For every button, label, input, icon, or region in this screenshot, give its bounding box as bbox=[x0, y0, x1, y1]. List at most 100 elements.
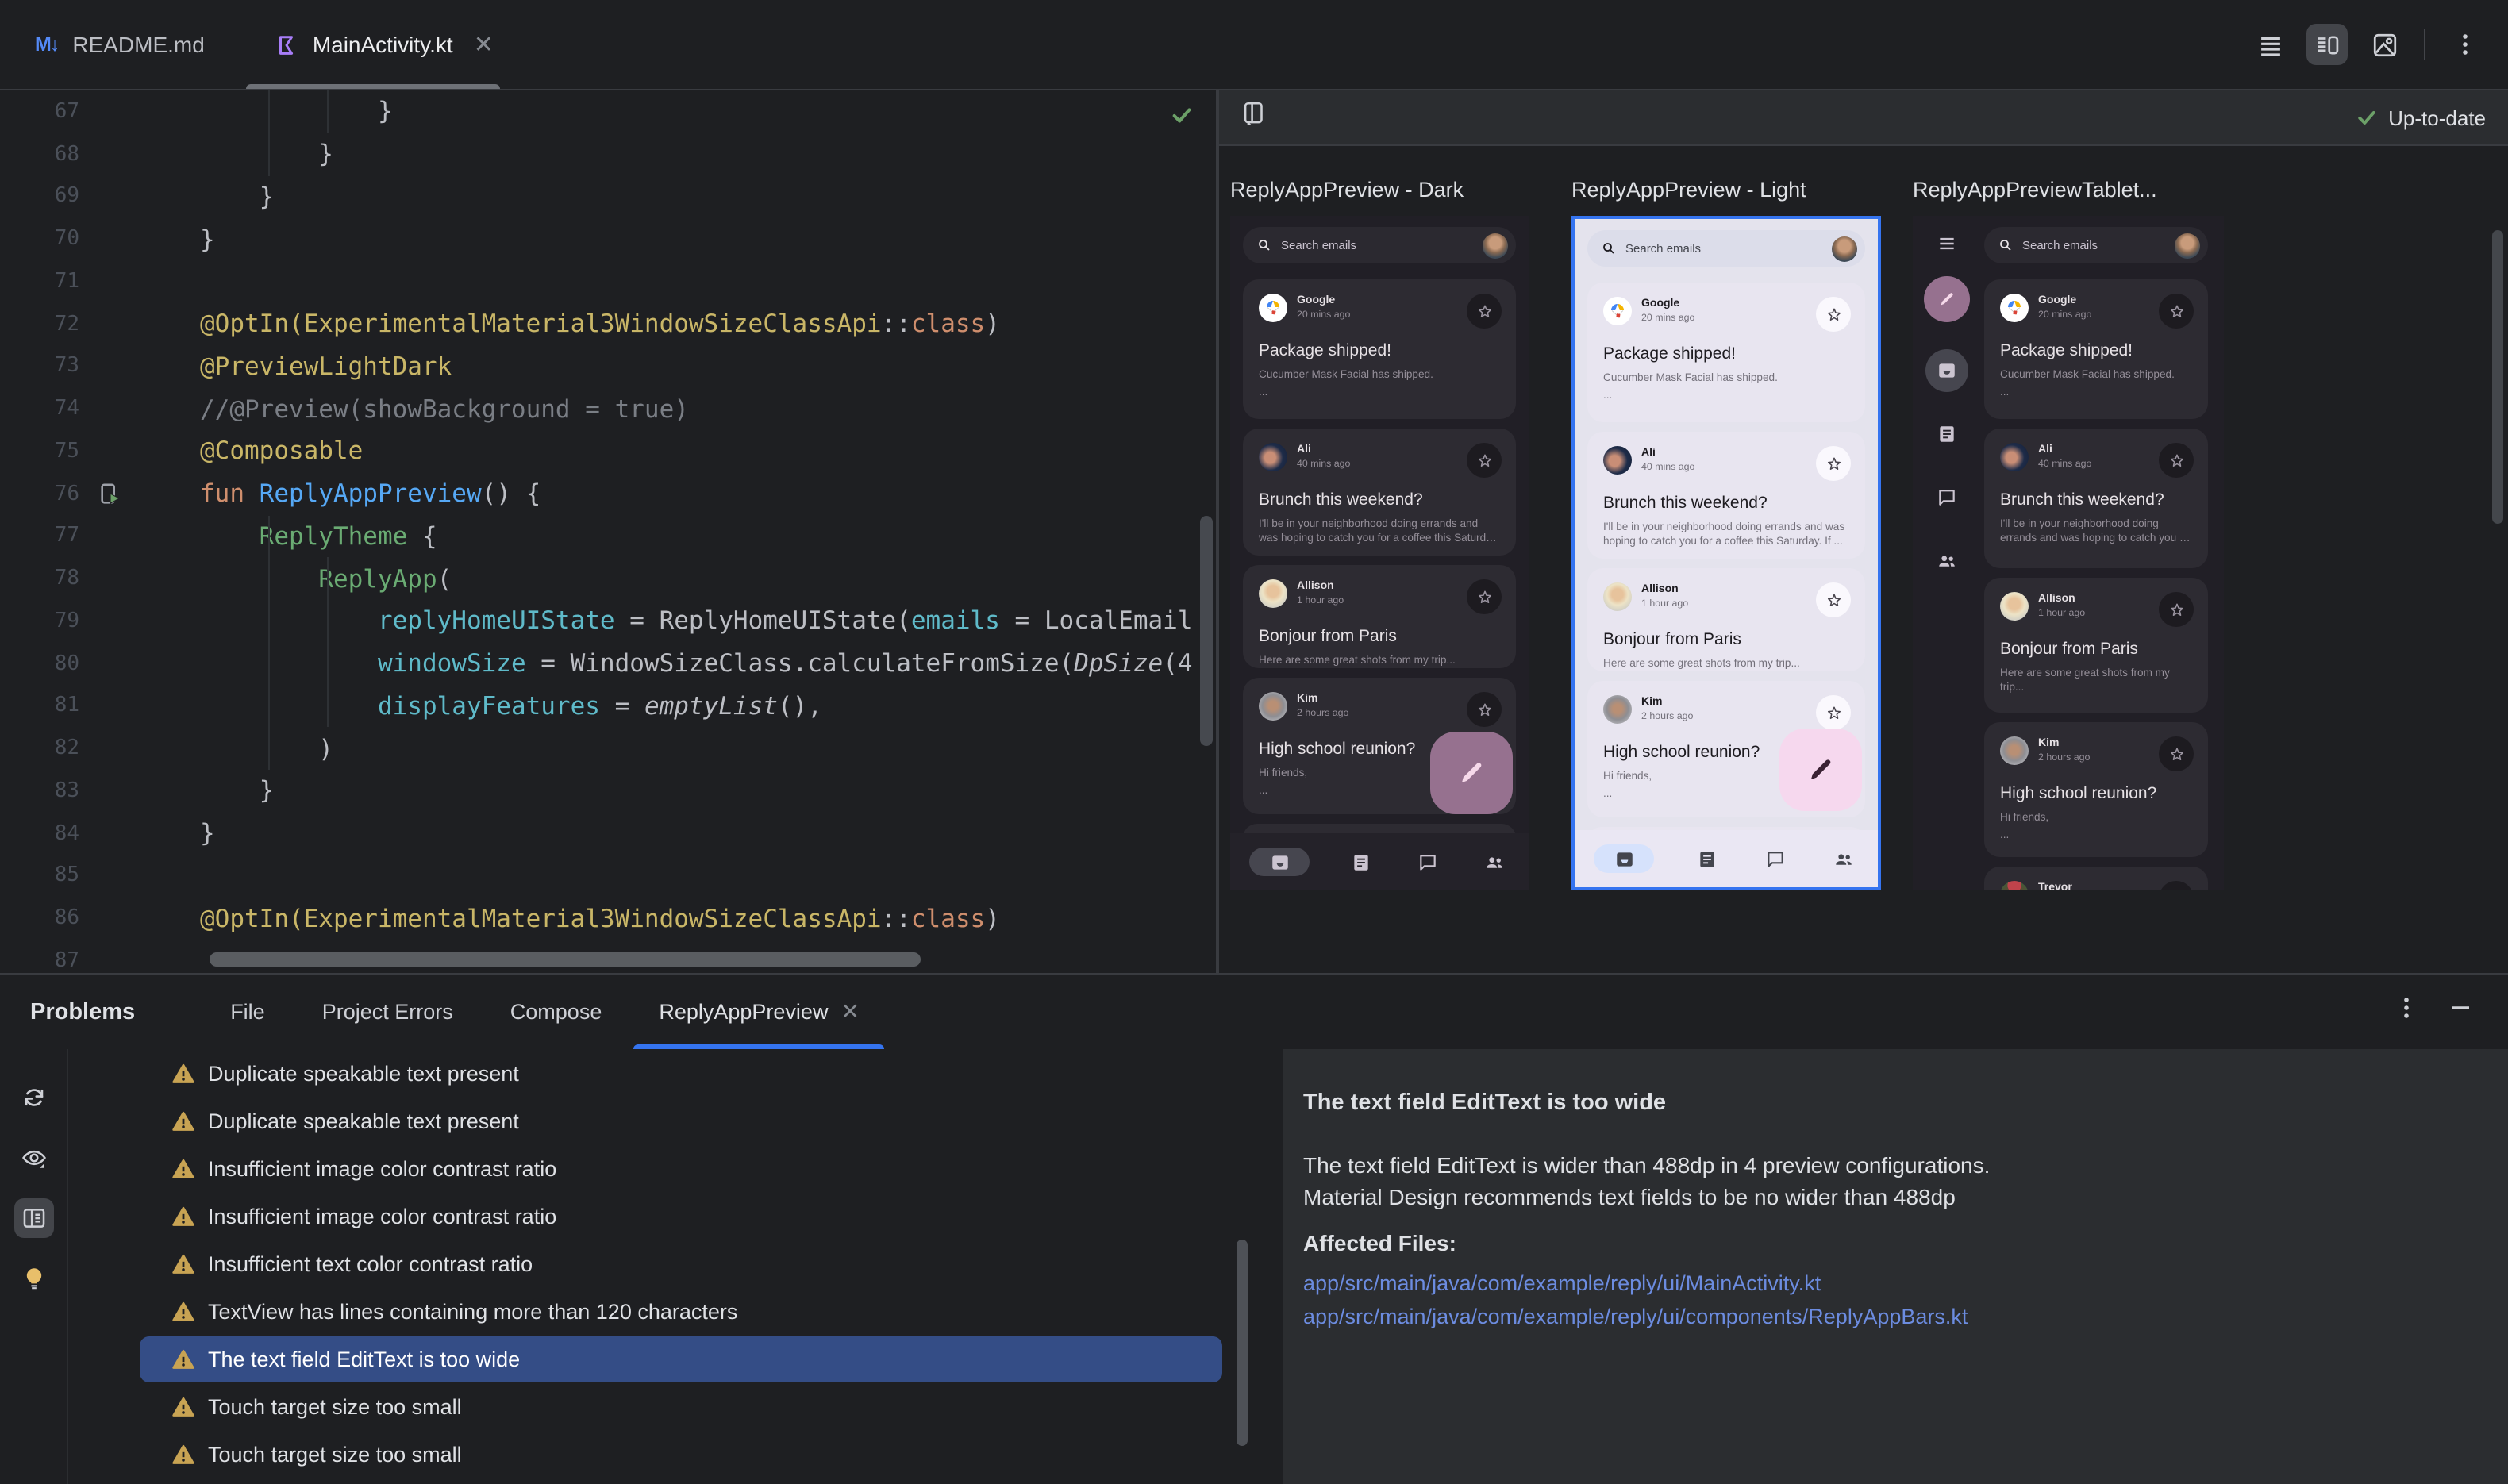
star-icon bbox=[1816, 297, 1851, 332]
phone-preview-dark[interactable]: Search emailsGoogle20 mins agoPackage sh… bbox=[1230, 216, 1529, 890]
warning-icon bbox=[171, 1205, 195, 1228]
tab-replyapppreview[interactable]: ReplyAppPreview✕ bbox=[630, 975, 888, 1049]
email-time: 40 mins ago bbox=[1641, 461, 1694, 474]
problem-item[interactable]: Duplicate speakable text present bbox=[140, 1098, 1222, 1144]
preview-title[interactable]: ReplyAppPreview - Light bbox=[1571, 178, 1881, 202]
avatar bbox=[2175, 233, 2200, 258]
lightbulb-icon[interactable] bbox=[13, 1259, 53, 1298]
editor-vertical-scrollbar[interactable] bbox=[1200, 516, 1213, 746]
email-time: 40 mins ago bbox=[1297, 458, 1350, 471]
email-time: 40 mins ago bbox=[2038, 458, 2091, 471]
affected-file-link[interactable]: app/src/main/java/com/example/reply/ui/c… bbox=[1303, 1300, 2508, 1333]
problem-item[interactable]: Insufficient image color contrast ratio bbox=[140, 1145, 1222, 1192]
minimize-icon[interactable] bbox=[2448, 995, 2473, 1028]
preview-layout-icon[interactable] bbox=[1241, 100, 1268, 135]
search-bar: Search emails bbox=[1984, 227, 2208, 263]
indent-guide bbox=[268, 515, 270, 770]
code-line[interactable]: 80 windowSize = WindowSizeClass.calculat… bbox=[0, 643, 1216, 686]
run-preview-icon[interactable] bbox=[79, 482, 200, 506]
nav-articles-icon bbox=[1692, 844, 1722, 874]
more-vertical-icon[interactable] bbox=[2445, 24, 2486, 65]
email-card: Allison1 hour agoBonjour from ParisHere … bbox=[1984, 578, 2208, 713]
code-line[interactable]: 67 } bbox=[0, 90, 1216, 133]
split-view-icon[interactable] bbox=[2306, 24, 2348, 65]
problem-item[interactable]: Touch target size too small bbox=[140, 1431, 1222, 1478]
line-number: 68 bbox=[0, 142, 79, 166]
problem-item[interactable]: Insufficient image color contrast ratio bbox=[140, 1193, 1222, 1240]
line-number: 73 bbox=[0, 355, 79, 379]
code-text: @OptIn(ExperimentalMaterial3WindowSizeCl… bbox=[200, 309, 1000, 338]
inspections-ok-icon[interactable] bbox=[1170, 103, 1194, 127]
problems-panel: Problems File Project Errors Compose Rep… bbox=[0, 973, 2508, 1484]
code-line[interactable]: 69 } bbox=[0, 175, 1216, 218]
editor-horizontal-scrollbar[interactable] bbox=[210, 952, 921, 967]
tab-file[interactable]: File bbox=[202, 975, 294, 1049]
code-line[interactable]: 71 bbox=[0, 260, 1216, 303]
star-icon bbox=[1816, 446, 1851, 481]
indent-guide bbox=[327, 90, 329, 133]
code-line[interactable]: 83 } bbox=[0, 770, 1216, 813]
code-text: @Composable bbox=[200, 437, 363, 466]
email-body: Here are some great shots from my trip..… bbox=[1603, 657, 1849, 671]
email-sender: Allison bbox=[1297, 581, 1344, 595]
problem-item[interactable]: Duplicate speakable text present bbox=[140, 1050, 1222, 1097]
refresh-icon[interactable] bbox=[13, 1078, 53, 1117]
editor-only-view-icon[interactable] bbox=[2249, 24, 2291, 65]
code-text: @OptIn(ExperimentalMaterial3WindowSizeCl… bbox=[200, 904, 1000, 932]
code-line[interactable]: 74//@Preview(showBackground = true) bbox=[0, 388, 1216, 431]
bottom-nav bbox=[1230, 833, 1529, 890]
email-body-more: ... bbox=[2000, 830, 2192, 841]
preview-title[interactable]: ReplyAppPreview - Dark bbox=[1230, 178, 1529, 202]
code-line[interactable]: 81 displayFeatures = emptyList(), bbox=[0, 685, 1216, 728]
email-sender: Ali bbox=[1641, 448, 1694, 462]
tab-readme[interactable]: M↓ README.md bbox=[0, 0, 240, 89]
menu-icon bbox=[1936, 233, 1956, 254]
code-text: windowSize = WindowSizeClass.calculateFr… bbox=[200, 649, 1193, 678]
email-body: Cucumber Mask Facial has shipped. bbox=[1603, 371, 1849, 386]
close-icon[interactable]: ✕ bbox=[474, 33, 494, 56]
avatar bbox=[2000, 443, 2029, 471]
avatar bbox=[2000, 881, 2029, 890]
code-line[interactable]: 79 replyHomeUIState = ReplyHomeUIState(e… bbox=[0, 600, 1216, 643]
problems-header: Problems File Project Errors Compose Rep… bbox=[0, 975, 2508, 1049]
preview-eye-icon[interactable] bbox=[13, 1138, 53, 1178]
avatar bbox=[2000, 592, 2029, 621]
code-line[interactable]: 68 } bbox=[0, 133, 1216, 176]
code-line[interactable]: 73@PreviewLightDark bbox=[0, 345, 1216, 388]
search-icon bbox=[1998, 238, 2013, 252]
email-body: Here are some great shots from my trip..… bbox=[1259, 654, 1500, 668]
code-line[interactable]: 70} bbox=[0, 218, 1216, 261]
avatar bbox=[1603, 297, 1632, 325]
tab-mainactivity[interactable]: MainActivity.kt ✕ bbox=[240, 0, 529, 89]
code-line[interactable]: 82 ) bbox=[0, 728, 1216, 771]
more-vertical-icon[interactable] bbox=[2394, 995, 2419, 1028]
nav-chat-icon bbox=[1925, 476, 1968, 519]
code-editor[interactable]: 67 }68 }69 }70}7172@OptIn(ExperimentalMa… bbox=[0, 90, 1216, 973]
problems-list-scrollbar[interactable] bbox=[1237, 1240, 1248, 1446]
tab-project-errors[interactable]: Project Errors bbox=[294, 975, 482, 1049]
code-line[interactable]: 76fun ReplyAppPreview() { bbox=[0, 473, 1216, 516]
problem-item[interactable]: Insufficient text color contrast ratio bbox=[140, 1240, 1222, 1287]
code-line[interactable]: 77 ReplyTheme { bbox=[0, 515, 1216, 558]
code-line[interactable]: 85 bbox=[0, 855, 1216, 898]
tab-compose[interactable]: Compose bbox=[482, 975, 631, 1049]
phone-preview-light[interactable]: Search emailsGoogle20 mins agoPackage sh… bbox=[1571, 216, 1881, 890]
close-icon[interactable]: ✕ bbox=[840, 998, 859, 1025]
email-card: Google20 mins agoPackage shipped!Cucumbe… bbox=[1587, 283, 1865, 422]
preview-scrollbar[interactable] bbox=[2492, 230, 2503, 524]
code-line[interactable]: 72@OptIn(ExperimentalMaterial3WindowSize… bbox=[0, 303, 1216, 346]
code-line[interactable]: 78 ReplyApp( bbox=[0, 558, 1216, 601]
problem-detail-title: The text field EditText is too wide bbox=[1303, 1090, 2508, 1116]
line-number: 74 bbox=[0, 397, 79, 421]
problem-item[interactable]: Touch target size too small bbox=[140, 1383, 1222, 1430]
code-line[interactable]: 86@OptIn(ExperimentalMaterial3WindowSize… bbox=[0, 898, 1216, 940]
preview-title[interactable]: ReplyAppPreviewTablet... bbox=[1913, 178, 2224, 202]
phone-preview-tablet[interactable]: Search emailsGoogle20 mins agoPackage sh… bbox=[1913, 216, 2224, 890]
details-layout-icon[interactable] bbox=[13, 1198, 53, 1238]
problem-item[interactable]: TextView has lines containing more than … bbox=[140, 1288, 1222, 1335]
code-line[interactable]: 84} bbox=[0, 813, 1216, 855]
design-view-icon[interactable] bbox=[2364, 24, 2405, 65]
code-line[interactable]: 75@Composable bbox=[0, 430, 1216, 473]
affected-file-link[interactable]: app/src/main/java/com/example/reply/ui/M… bbox=[1303, 1267, 2508, 1300]
problem-item[interactable]: The text field EditText is too wide bbox=[140, 1336, 1222, 1382]
